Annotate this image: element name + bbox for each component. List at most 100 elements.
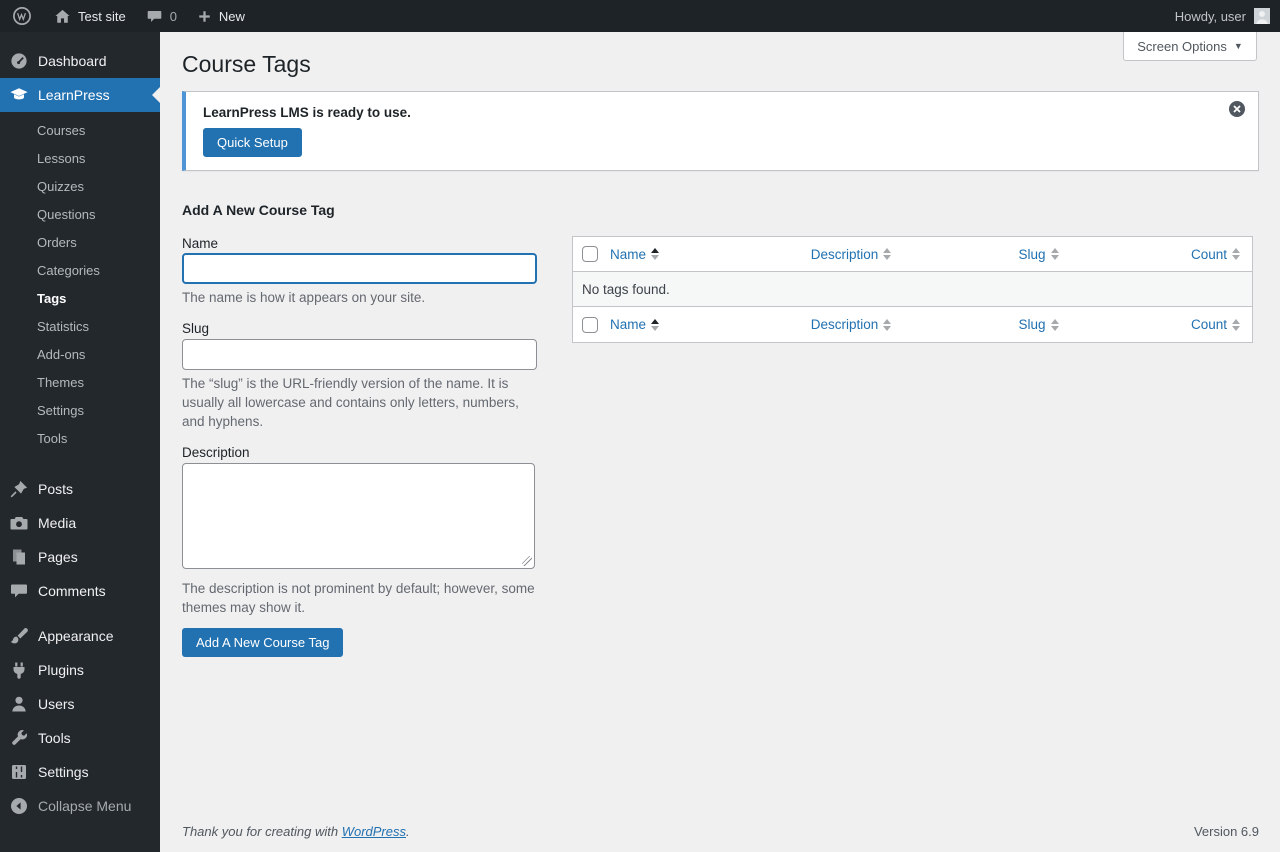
tags-table: Name Description Slug Count No tags foun… bbox=[572, 236, 1253, 343]
sidebar-item-plugins[interactable]: Plugins bbox=[0, 653, 160, 687]
tag-slug-input[interactable] bbox=[182, 339, 537, 370]
sort-icon-count-bottom bbox=[1232, 318, 1240, 331]
sidebar-item-statistics[interactable]: Statistics bbox=[0, 313, 160, 341]
sidebar-item-tools[interactable]: Tools bbox=[0, 721, 160, 755]
sidebar-item-orders[interactable]: Orders bbox=[0, 229, 160, 257]
admin-bar-new[interactable]: New bbox=[187, 0, 255, 32]
column-header-description[interactable]: Description bbox=[811, 247, 892, 262]
slug-label: Slug bbox=[182, 321, 210, 336]
sidebar-item-quizzes[interactable]: Quizzes bbox=[0, 173, 160, 201]
select-all-checkbox[interactable] bbox=[581, 246, 598, 262]
column-footer-count[interactable]: Count bbox=[1191, 317, 1240, 332]
sidebar-item-appearance[interactable]: Appearance bbox=[0, 619, 160, 653]
column-footer-slug[interactable]: Slug bbox=[1018, 317, 1059, 332]
sidebar-item-tags[interactable]: Tags bbox=[0, 285, 160, 313]
sidebar-item-label: Tools bbox=[38, 730, 71, 746]
table-header-row: Name Description Slug Count bbox=[573, 237, 1252, 272]
plus-icon bbox=[197, 9, 212, 24]
sidebar-item-label: Plugins bbox=[38, 662, 84, 678]
comment-count: 0 bbox=[169, 8, 177, 24]
comments-bubble-icon bbox=[146, 8, 163, 25]
howdy-user[interactable]: Howdy, user bbox=[1175, 9, 1246, 24]
sidebar-item-settings[interactable]: Settings bbox=[0, 755, 160, 789]
new-label: New bbox=[218, 8, 245, 24]
sort-icon-description bbox=[883, 248, 892, 260]
select-all-checkbox-bottom[interactable] bbox=[581, 316, 598, 333]
user-icon bbox=[9, 694, 29, 714]
learnpress-notice: LearnPress LMS is ready to use. Quick Se… bbox=[182, 91, 1259, 171]
page-title: Course Tags bbox=[182, 51, 311, 77]
column-footer-description[interactable]: Description bbox=[811, 317, 892, 332]
sidebar-item-label: Comments bbox=[38, 583, 106, 599]
sidebar-item-courses[interactable]: Courses bbox=[0, 117, 160, 145]
pushpin-icon bbox=[9, 479, 29, 499]
sidebar-item-label: Posts bbox=[38, 481, 74, 497]
wordpress-logo-icon bbox=[12, 6, 32, 26]
comments-icon bbox=[9, 581, 29, 601]
sidebar-item-tools-lp[interactable]: Tools bbox=[0, 425, 160, 453]
sort-icon-slug bbox=[1050, 248, 1059, 260]
slug-help-text: The “slug” is the URL-friendly version o… bbox=[182, 376, 519, 429]
column-header-slug[interactable]: Slug bbox=[1018, 247, 1059, 262]
sort-icon-description-bottom bbox=[883, 318, 892, 331]
sidebar-item-label: Appearance bbox=[38, 628, 114, 644]
add-course-tag-button[interactable]: Add A New Course Tag bbox=[182, 628, 344, 657]
admin-bar: Test site 0 New Howdy, user bbox=[0, 0, 1280, 32]
sort-icon-name-bottom bbox=[651, 318, 660, 331]
sidebar-item-label: Pages bbox=[38, 549, 78, 565]
footer-thanks: Thank you for creating with WordPress. bbox=[182, 824, 410, 839]
description-help-text: The description is not prominent by defa… bbox=[182, 581, 535, 615]
collapse-menu-button[interactable]: Collapse Menu bbox=[0, 789, 160, 823]
sidebar-item-settings-lp[interactable]: Settings bbox=[0, 397, 160, 425]
sidebar-item-pages[interactable]: Pages bbox=[0, 540, 160, 574]
sidebar-item-learnpress[interactable]: LearnPress bbox=[0, 78, 160, 112]
sidebar-item-addons[interactable]: Add-ons bbox=[0, 341, 160, 369]
sidebar-item-label: Users bbox=[38, 696, 75, 712]
collapse-arrow-icon bbox=[9, 796, 29, 816]
sidebar-item-dashboard[interactable]: Dashboard bbox=[0, 44, 160, 78]
quick-setup-button[interactable]: Quick Setup bbox=[203, 128, 302, 157]
home-icon bbox=[54, 8, 71, 25]
sidebar-item-comments[interactable]: Comments bbox=[0, 574, 160, 608]
description-label: Description bbox=[182, 445, 250, 460]
brush-icon bbox=[9, 626, 29, 646]
graduation-cap-icon bbox=[9, 85, 29, 105]
sort-icon-name bbox=[651, 248, 660, 260]
camera-icon bbox=[9, 513, 29, 533]
sidebar-item-label: Dashboard bbox=[38, 53, 107, 69]
column-footer-name[interactable]: Name bbox=[610, 317, 660, 332]
sidebar-item-posts[interactable]: Posts bbox=[0, 472, 160, 506]
sidebar-item-themes[interactable]: Themes bbox=[0, 369, 160, 397]
plug-icon bbox=[9, 660, 29, 680]
footer-version: Version 6.9 bbox=[1193, 824, 1259, 839]
sliders-icon bbox=[9, 762, 29, 782]
tag-description-textarea[interactable] bbox=[182, 463, 535, 569]
sidebar-item-label: LearnPress bbox=[38, 87, 110, 103]
chevron-down-icon: ▼ bbox=[1233, 41, 1243, 51]
no-tags-message: No tags found. bbox=[582, 281, 670, 297]
wrench-icon bbox=[9, 728, 29, 748]
learnpress-submenu: Courses Lessons Quizzes Questions Orders… bbox=[0, 112, 160, 462]
column-header-name[interactable]: Name bbox=[610, 247, 660, 262]
wordpress-logo-menu[interactable] bbox=[0, 0, 44, 32]
admin-sidebar: Dashboard LearnPress Courses Lessons Qui… bbox=[0, 32, 160, 852]
tag-name-input[interactable] bbox=[182, 253, 537, 284]
notice-message: LearnPress LMS is ready to use. bbox=[203, 105, 411, 120]
column-header-count[interactable]: Count bbox=[1191, 247, 1240, 262]
sidebar-item-lessons[interactable]: Lessons bbox=[0, 145, 160, 173]
sidebar-item-users[interactable]: Users bbox=[0, 687, 160, 721]
dashboard-icon bbox=[9, 51, 29, 71]
screen-options-button[interactable]: Screen Options ▼ bbox=[1123, 32, 1257, 61]
sidebar-item-label: Media bbox=[38, 515, 77, 531]
site-name: Test site bbox=[78, 8, 126, 24]
admin-bar-comments[interactable]: 0 bbox=[136, 0, 187, 32]
user-avatar[interactable] bbox=[1254, 8, 1270, 24]
name-label: Name bbox=[182, 236, 219, 251]
sidebar-item-questions[interactable]: Questions bbox=[0, 201, 160, 229]
table-footer-row: Name Description Slug Count bbox=[573, 307, 1252, 342]
sidebar-item-media[interactable]: Media bbox=[0, 506, 160, 540]
dismiss-icon[interactable] bbox=[1228, 100, 1246, 118]
wordpress-link[interactable]: WordPress bbox=[342, 824, 406, 839]
admin-bar-site-menu[interactable]: Test site bbox=[44, 0, 136, 32]
sidebar-item-categories[interactable]: Categories bbox=[0, 257, 160, 285]
